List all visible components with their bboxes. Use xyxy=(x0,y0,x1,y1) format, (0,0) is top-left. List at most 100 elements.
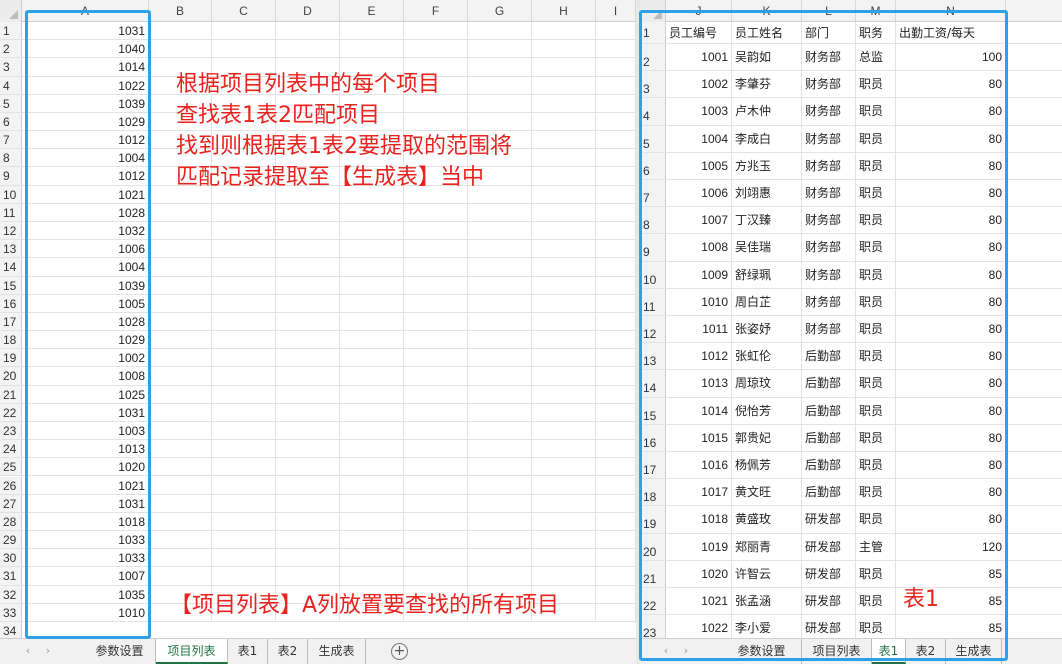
empty-cell[interactable] xyxy=(212,531,276,549)
row-number[interactable]: 10 xyxy=(0,185,22,203)
sheet-nav-prev[interactable]: ‹ xyxy=(18,639,38,664)
cell-j[interactable]: 1002 xyxy=(666,71,732,98)
empty-cell[interactable] xyxy=(212,221,276,240)
column-header-d[interactable]: D xyxy=(276,0,340,22)
empty-cell[interactable] xyxy=(340,458,404,476)
cell-nv[interactable]: 80 xyxy=(896,207,1006,234)
empty-cell[interactable] xyxy=(276,385,340,403)
select-all-corner-right[interactable] xyxy=(640,0,666,22)
empty-cell[interactable] xyxy=(532,421,596,440)
cell-j[interactable]: 1005 xyxy=(666,152,732,179)
cell-j[interactable]: 1018 xyxy=(666,506,732,533)
empty-cell[interactable] xyxy=(596,531,636,549)
cell-nv[interactable]: 80 xyxy=(896,125,1006,152)
empty-cell[interactable] xyxy=(149,258,212,276)
empty-cell[interactable] xyxy=(532,185,596,203)
cell-a[interactable]: 1032 xyxy=(22,221,149,240)
empty-cell[interactable] xyxy=(596,40,636,58)
cell-l[interactable]: 研发部 xyxy=(802,533,856,560)
empty-cell[interactable] xyxy=(468,349,532,367)
cell-a[interactable]: 1013 xyxy=(22,440,149,458)
cell-k[interactable]: 刘翊惠 xyxy=(732,180,802,207)
empty-cell[interactable] xyxy=(276,421,340,440)
empty-cell[interactable] xyxy=(149,276,212,294)
empty-cell[interactable] xyxy=(596,385,636,403)
row-number[interactable]: 22 xyxy=(640,588,666,615)
cell-m[interactable]: 职员 xyxy=(856,125,896,152)
row-number[interactable]: 12 xyxy=(0,221,22,240)
row-number[interactable]: 21 xyxy=(640,560,666,587)
row-number[interactable]: 25 xyxy=(0,458,22,476)
empty-cell[interactable] xyxy=(212,494,276,512)
row-number[interactable]: 16 xyxy=(0,294,22,312)
empty-cell[interactable] xyxy=(532,40,596,58)
cell-j[interactable]: 1011 xyxy=(666,316,732,343)
empty-cell[interactable] xyxy=(404,294,468,312)
right-sheet-tab[interactable]: 参数设置 xyxy=(722,639,802,664)
cell-a[interactable]: 1018 xyxy=(22,512,149,531)
left-sheet-tab[interactable]: 表2 xyxy=(268,639,308,664)
empty-cell[interactable] xyxy=(276,440,340,458)
cell-j[interactable]: 1008 xyxy=(666,234,732,261)
empty-cell[interactable] xyxy=(468,385,532,403)
cell-l[interactable]: 财务部 xyxy=(802,152,856,179)
cell-nv[interactable]: 80 xyxy=(896,152,1006,179)
empty-cell[interactable] xyxy=(149,494,212,512)
cell-l[interactable]: 财务部 xyxy=(802,125,856,152)
empty-cell[interactable] xyxy=(532,203,596,221)
cell-m[interactable]: 职员 xyxy=(856,152,896,179)
empty-cell[interactable] xyxy=(212,567,276,585)
left-sheet-tab[interactable]: 生成表 xyxy=(308,639,366,664)
empty-cell[interactable] xyxy=(212,349,276,367)
cell-k[interactable]: 吴韵如 xyxy=(732,44,802,71)
right-sheet-tab[interactable]: 表1 xyxy=(872,639,906,664)
header-cell[interactable]: 员工姓名 xyxy=(732,22,802,43)
row-number[interactable]: 13 xyxy=(640,343,666,370)
empty-cell[interactable] xyxy=(149,240,212,258)
cell-k[interactable]: 许智云 xyxy=(732,560,802,587)
cell-m[interactable]: 职员 xyxy=(856,98,896,125)
empty-cell[interactable] xyxy=(532,276,596,294)
empty-cell[interactable] xyxy=(340,331,404,349)
empty-cell[interactable] xyxy=(404,567,468,585)
cell-l[interactable]: 财务部 xyxy=(802,180,856,207)
row-number[interactable]: 9 xyxy=(640,234,666,261)
cell-a[interactable]: 1033 xyxy=(22,531,149,549)
empty-cell[interactable] xyxy=(340,512,404,531)
empty-cell[interactable] xyxy=(404,312,468,331)
row-number[interactable]: 14 xyxy=(640,370,666,397)
cell-l[interactable]: 财务部 xyxy=(802,288,856,315)
cell-m[interactable]: 职员 xyxy=(856,424,896,451)
cell-m[interactable]: 职员 xyxy=(856,397,896,424)
cell-a[interactable]: 1029 xyxy=(22,112,149,131)
cell-m[interactable]: 总监 xyxy=(856,44,896,71)
row-number[interactable]: 20 xyxy=(640,533,666,560)
cell-a[interactable]: 1014 xyxy=(22,58,149,76)
empty-cell[interactable] xyxy=(596,112,636,131)
empty-cell[interactable] xyxy=(149,294,212,312)
empty-cell[interactable] xyxy=(276,349,340,367)
empty-cell[interactable] xyxy=(532,403,596,421)
cell-l[interactable]: 后勤部 xyxy=(802,452,856,479)
cell-a[interactable]: 1012 xyxy=(22,131,149,149)
row-number[interactable]: 4 xyxy=(0,76,22,94)
cell-j[interactable]: 1016 xyxy=(666,452,732,479)
empty-cell[interactable] xyxy=(596,76,636,94)
cell-l[interactable]: 财务部 xyxy=(802,261,856,288)
empty-cell[interactable] xyxy=(468,512,532,531)
row-number[interactable]: 3 xyxy=(640,71,666,98)
cell-l[interactable]: 财务部 xyxy=(802,98,856,125)
cell-j[interactable]: 1021 xyxy=(666,588,732,615)
cell-j[interactable]: 1006 xyxy=(666,180,732,207)
empty-cell[interactable] xyxy=(212,312,276,331)
row-number[interactable]: 6 xyxy=(0,112,22,131)
empty-cell[interactable] xyxy=(468,403,532,421)
add-sheet-button[interactable]: + xyxy=(391,643,408,660)
empty-cell[interactable] xyxy=(596,567,636,585)
empty-cell[interactable] xyxy=(404,385,468,403)
empty-cell[interactable] xyxy=(149,40,212,58)
empty-cell[interactable] xyxy=(596,585,636,603)
row-number[interactable]: 17 xyxy=(0,312,22,331)
empty-cell[interactable] xyxy=(596,203,636,221)
cell-a[interactable]: 1031 xyxy=(22,22,149,40)
